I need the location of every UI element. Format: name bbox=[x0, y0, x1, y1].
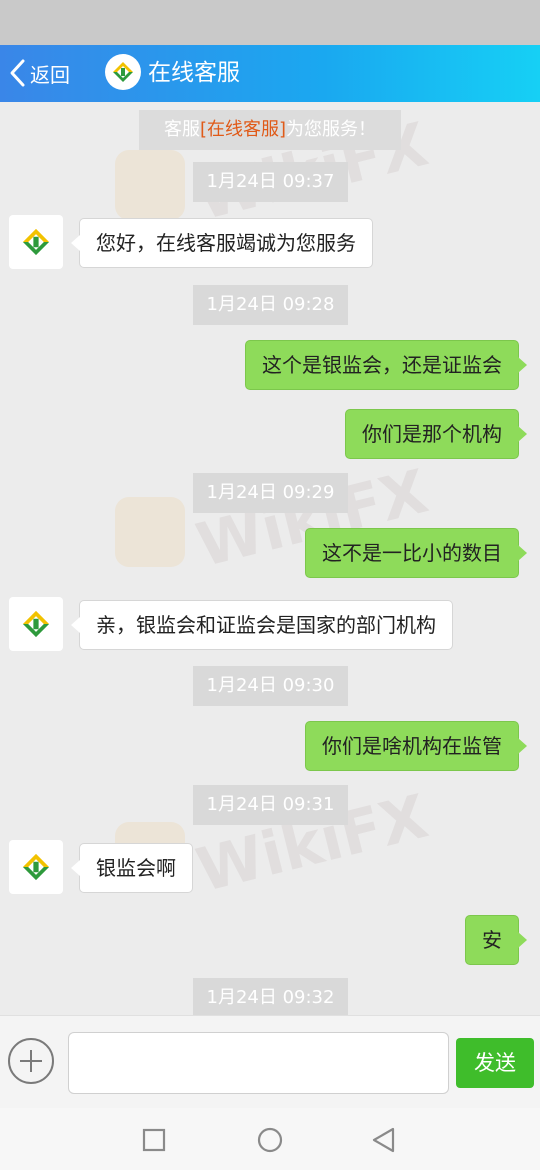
send-button[interactable]: 发送 bbox=[456, 1038, 534, 1088]
notice-highlight: [在线客服] bbox=[199, 119, 287, 140]
notice-prefix: 客服 bbox=[163, 119, 200, 140]
back-label: 返回 bbox=[30, 62, 70, 87]
recent-apps-icon[interactable] bbox=[140, 1126, 168, 1154]
message-bubble-sent[interactable]: 这个是银监会，还是证监会 bbox=[245, 340, 527, 390]
input-bar: 发送 bbox=[0, 1015, 540, 1109]
app-header: 返回 在线客服 bbox=[0, 45, 540, 102]
back-button[interactable]: 返回 bbox=[8, 57, 70, 89]
watermark-logo bbox=[115, 150, 185, 220]
message-input[interactable] bbox=[68, 1032, 449, 1094]
message-bubble-sent[interactable]: 安 bbox=[465, 915, 527, 965]
home-icon[interactable] bbox=[256, 1126, 284, 1154]
timestamp: 1月24日 09:30 bbox=[193, 666, 348, 706]
message-bubble-sent[interactable]: 你们是啥机构在监管 bbox=[305, 721, 527, 771]
page-title: 在线客服 bbox=[148, 60, 240, 86]
chat-area[interactable]: WikiFX WikiFX WikiFX 客服[在线客服]为您服务！ 1月24日… bbox=[0, 102, 540, 1015]
service-logo-icon bbox=[105, 54, 141, 90]
agent-avatar bbox=[9, 215, 63, 269]
message-bubble-sent[interactable]: 你们是那个机构 bbox=[345, 409, 527, 459]
service-logo-icon bbox=[22, 228, 50, 256]
service-logo-icon bbox=[22, 853, 50, 881]
message-bubble-received[interactable]: 您好，在线客服竭诚为您服务 bbox=[71, 218, 373, 268]
timestamp: 1月24日 09:29 bbox=[193, 473, 348, 513]
watermark-logo bbox=[115, 497, 185, 567]
message-bubble-received[interactable]: 亲，银监会和证监会是国家的部门机构 bbox=[71, 600, 453, 650]
timestamp: 1月24日 09:31 bbox=[193, 785, 348, 825]
timestamp: 1月24日 09:28 bbox=[193, 285, 348, 325]
agent-avatar bbox=[9, 597, 63, 651]
notice-suffix: 为您服务！ bbox=[286, 119, 377, 140]
system-nav-bar bbox=[0, 1108, 540, 1170]
message-bubble-received[interactable]: 银监会啊 bbox=[71, 843, 193, 893]
status-bar bbox=[0, 0, 540, 45]
message-bubble-sent[interactable]: 这不是一比小的数目 bbox=[305, 528, 527, 578]
timestamp: 1月24日 09:32 bbox=[193, 978, 348, 1015]
service-logo-icon bbox=[22, 610, 50, 638]
agent-avatar bbox=[9, 840, 63, 894]
plus-icon[interactable] bbox=[8, 1038, 54, 1084]
chevron-left-icon bbox=[8, 58, 26, 88]
timestamp: 1月24日 09:37 bbox=[193, 162, 348, 202]
back-triangle-icon[interactable] bbox=[370, 1126, 398, 1154]
service-notice: 客服[在线客服]为您服务！ bbox=[139, 110, 401, 150]
